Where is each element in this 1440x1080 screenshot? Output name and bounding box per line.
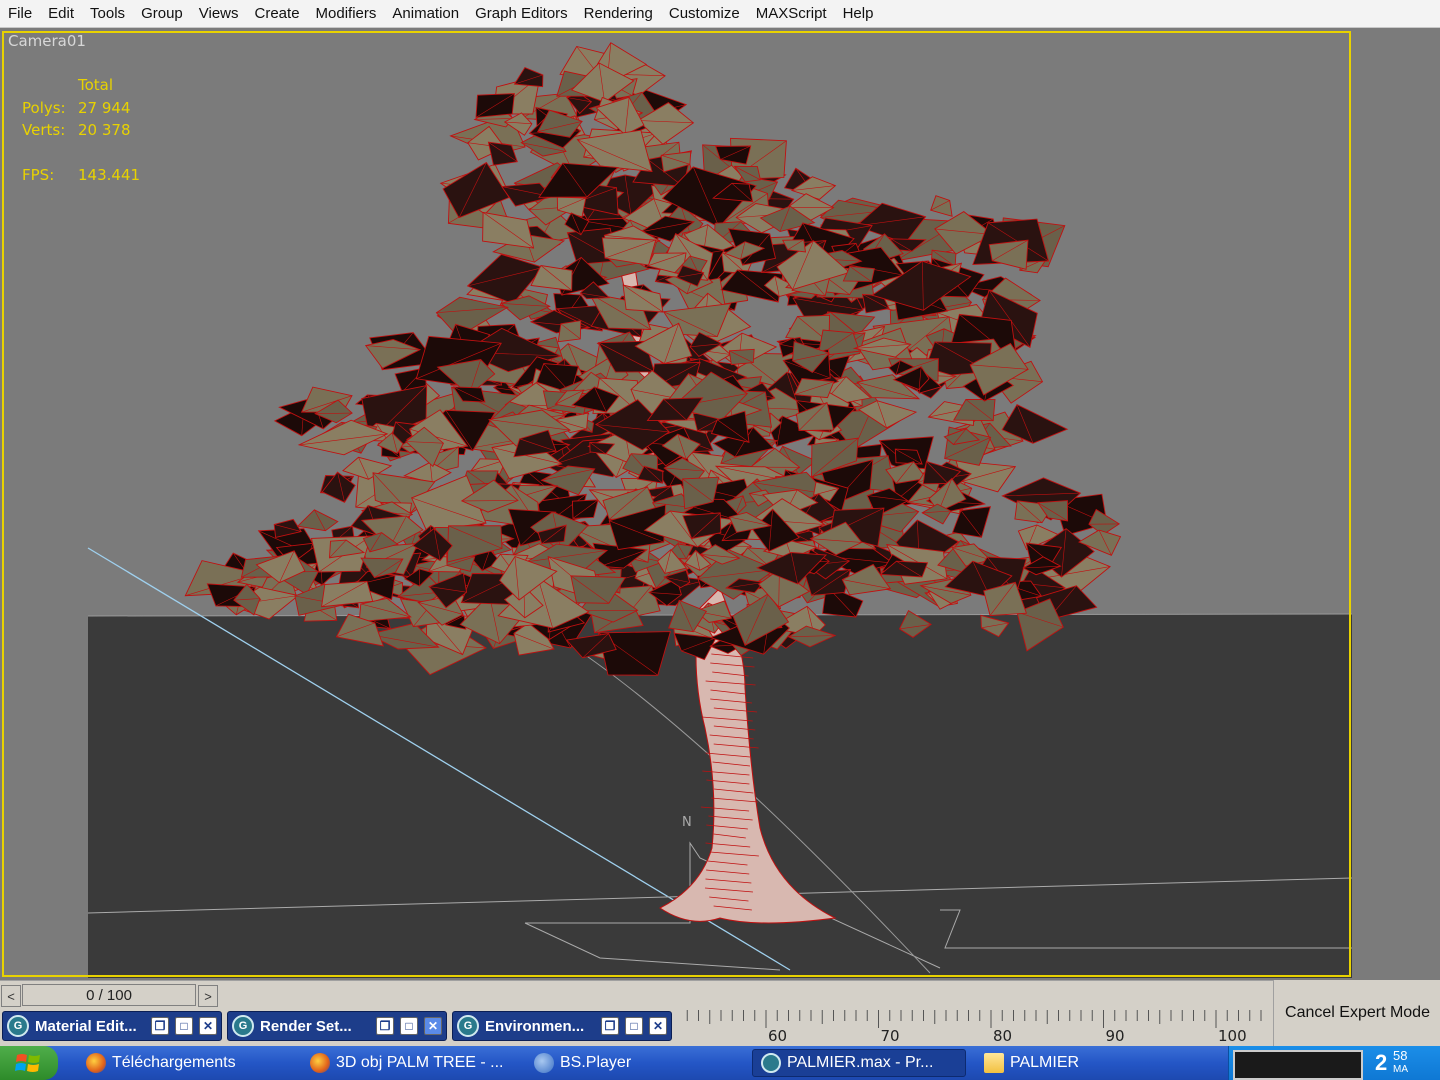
menu-edit[interactable]: Edit: [40, 5, 82, 22]
menu-graph-editors[interactable]: Graph Editors: [467, 5, 576, 22]
compass-label: N: [682, 815, 692, 830]
close-icon[interactable]: ✕: [199, 1017, 217, 1035]
viewport-scene: N: [0, 28, 1440, 980]
leaf-polygon: [557, 320, 582, 343]
minimized-window-title: Material Edit...: [35, 1017, 137, 1035]
stats-polys-label: Polys:: [22, 99, 66, 117]
restore-icon[interactable]: ❐: [376, 1017, 394, 1035]
stats-verts-label: Verts:: [22, 121, 66, 139]
taskbar-item-bsplayer[interactable]: BS.Player: [526, 1049, 736, 1077]
minimized-material-editor[interactable]: G Material Edit... ❐ □ ✕: [2, 1011, 222, 1041]
restore-icon[interactable]: ❐: [151, 1017, 169, 1035]
start-button[interactable]: [0, 1046, 58, 1080]
ruler-label: 80: [993, 1027, 1012, 1045]
menu-rendering[interactable]: Rendering: [576, 5, 661, 22]
stats-polys-value: 27 944: [78, 99, 131, 117]
menu-modifiers[interactable]: Modifiers: [308, 5, 385, 22]
taskbar-item-3dsmax[interactable]: PALMIER.max - Pr...: [752, 1049, 966, 1077]
taskbar-item-label: Téléchargements: [112, 1054, 236, 1071]
camera-viewport[interactable]: N Camera01 Total Polys: 27 944 Verts: 20…: [0, 28, 1440, 980]
frame-ruler-ticks: 60 70 80 90 100: [676, 1008, 1272, 1046]
menu-maxscript[interactable]: MAXScript: [748, 5, 835, 22]
ruler-label: 60: [768, 1027, 787, 1045]
windows-taskbar: Téléchargements 3D obj PALM TREE - ... B…: [0, 1046, 1440, 1080]
close-icon[interactable]: ✕: [424, 1017, 442, 1035]
3dsmax-icon: G: [457, 1015, 479, 1037]
stats-total-header: Total: [78, 76, 114, 94]
taskbar-item-label: PALMIER: [1010, 1054, 1080, 1071]
firefox-icon: [310, 1053, 330, 1073]
windows-logo-icon: [15, 1054, 40, 1072]
menu-group[interactable]: Group: [133, 5, 191, 22]
firefox-icon: [86, 1053, 106, 1073]
stats-fps-label: FPS:: [22, 166, 55, 184]
bsplayer-icon: [534, 1053, 554, 1073]
menu-help[interactable]: Help: [835, 5, 882, 22]
minimized-window-title: Environmen...: [485, 1017, 585, 1035]
3dsmax-icon: G: [7, 1015, 29, 1037]
menu-views[interactable]: Views: [191, 5, 247, 22]
time-slider[interactable]: 0 / 100: [22, 984, 196, 1006]
close-icon[interactable]: ✕: [649, 1017, 667, 1035]
maximize-icon[interactable]: □: [175, 1017, 193, 1035]
tray-thumbnail[interactable]: [1233, 1050, 1363, 1080]
menu-create[interactable]: Create: [247, 5, 308, 22]
taskbar-item-palmier-folder[interactable]: PALMIER: [976, 1049, 1190, 1077]
time-slider-bar: < 0 / 100 >: [0, 980, 1440, 1009]
3dsmax-icon: [761, 1053, 781, 1073]
system-tray: 2 58 MA: [1228, 1046, 1440, 1080]
taskbar-item-firefox-palm-tree[interactable]: 3D obj PALM TREE - ...: [302, 1049, 514, 1077]
restore-icon[interactable]: ❐: [601, 1017, 619, 1035]
time-next-button[interactable]: >: [198, 985, 218, 1007]
taskbar-item-label: PALMIER.max - Pr...: [787, 1054, 934, 1071]
minimized-render-setup[interactable]: G Render Set... ❐ □ ✕: [227, 1011, 447, 1041]
time-prev-button[interactable]: <: [1, 985, 21, 1007]
menu-animation[interactable]: Animation: [384, 5, 467, 22]
stats-fps-value: 143.441: [78, 166, 141, 184]
minimized-window-title: Render Set...: [260, 1017, 352, 1035]
3dsmax-icon: G: [232, 1015, 254, 1037]
stats-verts-value: 20 378: [78, 121, 131, 139]
frame-ruler[interactable]: 60 70 80 90 100: [676, 1008, 1272, 1046]
clock-minute: 58: [1393, 1048, 1408, 1063]
folder-icon: [984, 1053, 1004, 1073]
menu-bar: File Edit Tools Group Views Create Modif…: [0, 0, 1440, 28]
menu-file[interactable]: File: [0, 5, 40, 22]
ruler-label: 70: [881, 1027, 900, 1045]
cancel-expert-mode-button[interactable]: Cancel Expert Mode: [1273, 980, 1440, 1046]
taskbar-item-label: BS.Player: [560, 1054, 632, 1071]
menu-tools[interactable]: Tools: [82, 5, 133, 22]
maximize-icon[interactable]: □: [400, 1017, 418, 1035]
viewport-label[interactable]: Camera01: [8, 32, 86, 50]
ruler-label: 100: [1218, 1027, 1247, 1045]
ruler-label: 90: [1106, 1027, 1125, 1045]
minimized-environment[interactable]: G Environmen... ❐ □ ✕: [452, 1011, 672, 1041]
clock-hour: 2: [1375, 1050, 1388, 1075]
clock-suffix: MA: [1393, 1064, 1408, 1075]
taskbar-item-label: 3D obj PALM TREE - ...: [336, 1054, 504, 1071]
bottom-strip: G Material Edit... ❐ □ ✕ G Render Set...…: [0, 1008, 1440, 1046]
menu-customize[interactable]: Customize: [661, 5, 748, 22]
taskbar-item-downloads[interactable]: Téléchargements: [78, 1049, 288, 1077]
maximize-icon[interactable]: □: [625, 1017, 643, 1035]
